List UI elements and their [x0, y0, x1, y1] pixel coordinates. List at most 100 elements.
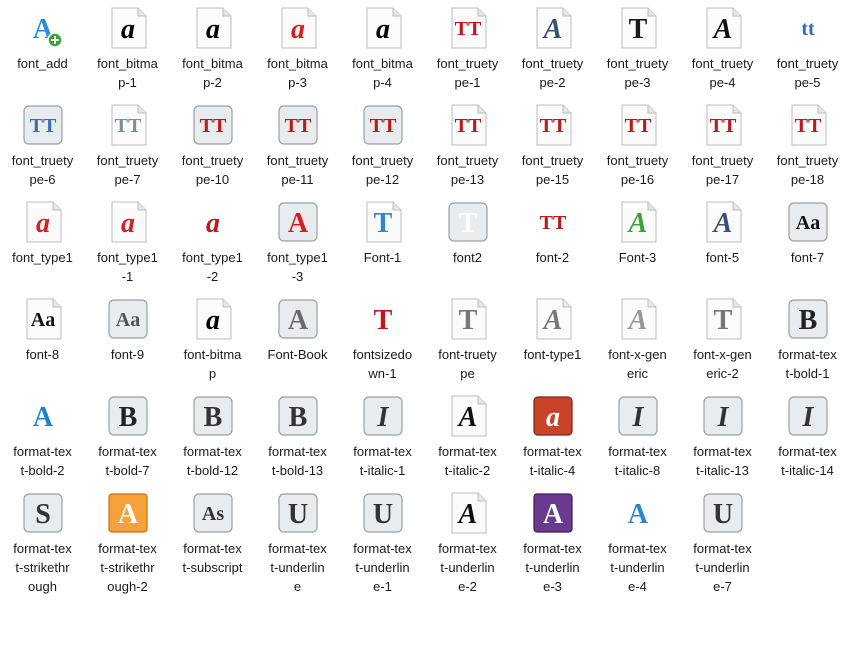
icon-item[interactable]: Uformat-tex t-underlin e	[255, 487, 340, 594]
icon-item[interactable]: Iformat-tex t-italic-8	[595, 390, 680, 487]
font-icon: TT	[443, 99, 493, 151]
icon-item[interactable]: a font_type1 -2	[170, 196, 255, 293]
svg-text:a: a	[376, 14, 390, 45]
icon-item[interactable]: a font_bitma p-3	[255, 2, 340, 99]
font-icon: B	[188, 390, 238, 442]
font-icon: Aa	[18, 293, 68, 345]
icon-item[interactable]: TT font_truety pe-18	[765, 99, 850, 196]
icon-item[interactable]: TT font_truety pe-11	[255, 99, 340, 196]
icon-item[interactable]: a font_bitma p-1	[85, 2, 170, 99]
icon-item[interactable]: TT font_truety pe-6	[0, 99, 85, 196]
icon-item[interactable]: Bformat-tex t-bold-1	[765, 293, 850, 390]
icon-item[interactable]: TT font-2	[510, 196, 595, 293]
icon-item[interactable]: A Font-3	[595, 196, 680, 293]
icon-item[interactable]: tt font_truety pe-5	[765, 2, 850, 99]
icon-item[interactable]: As format-tex t-subscript	[170, 487, 255, 584]
icon-item[interactable]: Tfont-x-gen eric-2	[680, 293, 765, 390]
icon-item[interactable]: Aa font-7	[765, 196, 850, 293]
icon-item[interactable]: T Font-1	[340, 196, 425, 293]
icon-item[interactable]: Tfont2	[425, 196, 510, 293]
font-icon: Aa	[783, 196, 833, 248]
icon-item[interactable]: Afont_truety pe-2	[510, 2, 595, 99]
icon-item[interactable]: Aformat-tex t-underlin e-4	[595, 487, 680, 594]
svg-text:a: a	[36, 208, 50, 239]
icon-label: format-tex t-underlin e-2	[438, 541, 497, 594]
font-icon: T	[613, 2, 663, 54]
icon-item[interactable]: Afont-5	[680, 196, 765, 293]
font-icon: T	[443, 293, 493, 345]
icon-label: font_type1 -2	[182, 250, 243, 284]
svg-text:Aa: Aa	[795, 212, 819, 234]
icon-item[interactable]: Uformat-tex t-underlin e-1	[340, 487, 425, 594]
icon-item[interactable]: TT font_truety pe-7	[85, 99, 170, 196]
icon-label: font2	[453, 250, 482, 265]
icon-item[interactable]: a font_bitma p-2	[170, 2, 255, 99]
icon-item[interactable]: Afont-x-gen eric	[595, 293, 680, 390]
font-icon: A	[698, 2, 748, 54]
icon-item[interactable]: Iformat-tex t-italic-1	[340, 390, 425, 487]
font-icon: TT	[18, 99, 68, 151]
icon-item[interactable]: Aformat-tex t-bold-2	[0, 390, 85, 487]
icon-label: format-tex t-strikethr ough-2	[98, 541, 157, 594]
icon-item[interactable]: Bformat-tex t-bold-13	[255, 390, 340, 487]
icon-label: font_truety pe-2	[521, 56, 584, 90]
svg-text:A: A	[626, 208, 647, 239]
icon-label: font_truety pe-3	[606, 56, 669, 90]
icon-item[interactable]: TT font_truety pe-13	[425, 99, 510, 196]
icon-item[interactable]: Afont-type1	[510, 293, 595, 390]
icon-label: format-tex t-underlin e-7	[693, 541, 752, 594]
icon-item[interactable]: Aa font-9	[85, 293, 170, 390]
icon-item[interactable]: TT font_truety pe-12	[340, 99, 425, 196]
icon-item[interactable]: Uformat-tex t-underlin e-7	[680, 487, 765, 594]
svg-text:A: A	[627, 499, 648, 530]
icon-item[interactable]: a font_type1	[0, 196, 85, 293]
icon-label: fontsizedo wn-1	[352, 347, 413, 381]
icon-item[interactable]: Aformat-tex t-underlin e-2	[425, 487, 510, 594]
svg-text:As: As	[201, 503, 223, 525]
icon-item[interactable]: Afont_type1 -3	[255, 196, 340, 293]
icon-item[interactable]: A Font-Book	[255, 293, 340, 390]
icon-item[interactable]: TT font_truety pe-10	[170, 99, 255, 196]
icon-label: format-tex t-underlin e	[268, 541, 327, 594]
icon-item[interactable]: Iformat-tex t-italic-13	[680, 390, 765, 487]
icon-item[interactable]: Bformat-tex t-bold-7	[85, 390, 170, 487]
icon-label: format-tex t-subscript	[182, 541, 243, 575]
icon-item[interactable]: Aformat-tex t-italic-2	[425, 390, 510, 487]
icon-item[interactable]: Tfont_truety pe-3	[595, 2, 680, 99]
icon-item[interactable]: TT font_truety pe-16	[595, 99, 680, 196]
font-icon: a	[18, 196, 68, 248]
svg-text:TT: TT	[709, 115, 736, 137]
icon-item[interactable]: Aformat-tex t-underlin e-3	[510, 487, 595, 594]
svg-text:I: I	[801, 402, 814, 433]
icon-item[interactable]: a format-tex t-italic-4	[510, 390, 595, 487]
icon-label: font_bitma p-4	[352, 56, 413, 90]
icon-item[interactable]: Tfontsizedo wn-1	[340, 293, 425, 390]
icon-item[interactable]: Aa font-8	[0, 293, 85, 390]
icon-item[interactable]: a font_bitma p-4	[340, 2, 425, 99]
icon-item[interactable]: a font-bitma p	[170, 293, 255, 390]
icon-item[interactable]: Afont_add	[0, 2, 85, 99]
icon-item[interactable]: TT font_truety pe-17	[680, 99, 765, 196]
icon-item[interactable]: Afont_truety pe-4	[680, 2, 765, 99]
icon-label: format-tex t-bold-12	[183, 444, 242, 478]
icon-label: format-tex t-bold-7	[98, 444, 157, 478]
icon-label: format-tex t-bold-2	[13, 444, 72, 478]
icon-item[interactable]: TT font_truety pe-1	[425, 2, 510, 99]
svg-text:T: T	[628, 14, 647, 45]
icon-item[interactable]: Tfont-truety pe	[425, 293, 510, 390]
svg-text:I: I	[716, 402, 729, 433]
font-icon: TT	[188, 99, 238, 151]
icon-item[interactable]: Sformat-tex t-strikethr ough	[0, 487, 85, 594]
svg-text:a: a	[121, 14, 135, 45]
icon-item[interactable]: Aformat-tex t-strikethr ough-2	[85, 487, 170, 594]
icon-item[interactable]: Iformat-tex t-italic-14	[765, 390, 850, 487]
icon-label: font-x-gen eric	[608, 347, 667, 381]
font-icon: A	[613, 293, 663, 345]
font-icon: A	[528, 487, 578, 539]
icon-item[interactable]: TT font_truety pe-15	[510, 99, 595, 196]
svg-text:B: B	[798, 305, 817, 336]
font-icon: TT	[528, 196, 578, 248]
icon-item[interactable]: Bformat-tex t-bold-12	[170, 390, 255, 487]
icon-item[interactable]: a font_type1 -1	[85, 196, 170, 293]
font-icon: A	[103, 487, 153, 539]
